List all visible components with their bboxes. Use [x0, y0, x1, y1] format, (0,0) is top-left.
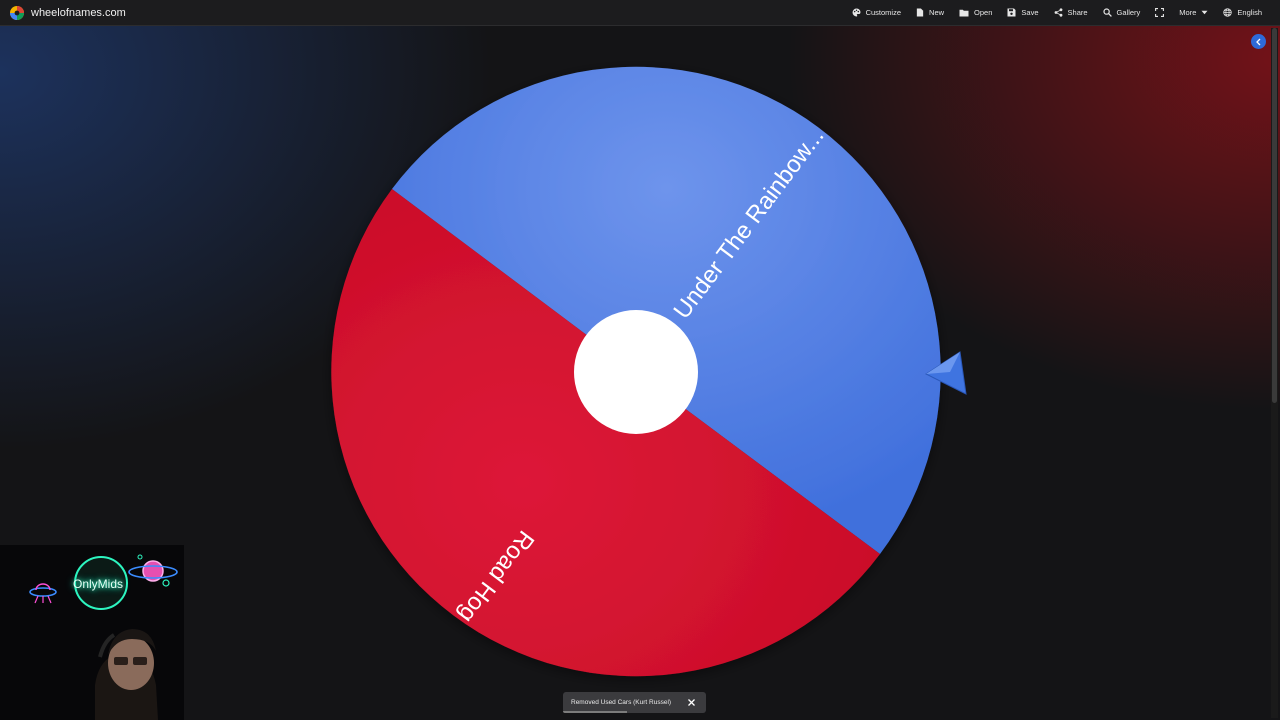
- new-button[interactable]: New: [916, 8, 944, 17]
- save-button[interactable]: Save: [1007, 8, 1039, 17]
- globe-icon: [1223, 8, 1233, 17]
- wheel-center-hub[interactable]: [574, 310, 698, 434]
- toast-notification: Removed Used Cars (Kurt Russel): [563, 692, 706, 713]
- ufo-neon-icon: [29, 583, 57, 604]
- collapse-sidebar-button[interactable]: [1251, 34, 1266, 49]
- open-label: Open: [974, 8, 993, 17]
- gallery-button[interactable]: Gallery: [1102, 8, 1141, 17]
- site-name: wheelofnames.com: [31, 6, 126, 19]
- more-button[interactable]: More: [1179, 8, 1208, 17]
- gallery-label: Gallery: [1116, 8, 1141, 17]
- logo-text: OnlyMids: [73, 577, 124, 591]
- palette-icon: [852, 8, 861, 17]
- top-bar: wheelofnames.com Customize New Open Save…: [0, 0, 1280, 26]
- customize-button[interactable]: Customize: [852, 8, 901, 17]
- share-button[interactable]: Share: [1054, 8, 1088, 17]
- webcam-overlay: [0, 545, 184, 720]
- language-label: English: [1237, 8, 1262, 17]
- search-icon: [1102, 8, 1112, 17]
- share-label: Share: [1067, 8, 1088, 17]
- chevron-down-icon: [1201, 10, 1208, 15]
- streamer-silhouette: [95, 629, 158, 720]
- scrollbar-thumb[interactable]: [1272, 28, 1277, 403]
- brand[interactable]: wheelofnames.com: [9, 5, 126, 21]
- scrollbar[interactable]: [1271, 28, 1278, 718]
- save-icon: [1007, 8, 1016, 17]
- new-label: New: [929, 8, 945, 17]
- language-button[interactable]: English: [1223, 8, 1262, 17]
- toast-message: Removed Used Cars (Kurt Russel): [571, 699, 672, 706]
- close-icon[interactable]: [686, 697, 697, 708]
- file-icon: [916, 8, 924, 17]
- share-icon: [1054, 8, 1062, 17]
- wheel-logo-icon: [10, 5, 24, 20]
- save-label: Save: [1021, 8, 1039, 17]
- webcam-feed: [29, 554, 178, 720]
- customize-label: Customize: [865, 8, 902, 17]
- open-button[interactable]: Open: [959, 8, 992, 17]
- toast-progress-bar: [563, 711, 628, 713]
- wheel[interactable]: Under The Rainbow... Road Hog: [320, 60, 980, 690]
- chevron-left-icon: [1256, 38, 1261, 45]
- folder-icon: [959, 9, 969, 16]
- main-menu: Customize New Open Save Share Gallery Mo…: [852, 8, 1262, 17]
- fullscreen-button[interactable]: [1155, 8, 1165, 17]
- more-label: More: [1179, 8, 1197, 17]
- fullscreen-icon: [1155, 8, 1165, 17]
- planet-neon-icon: [128, 554, 178, 587]
- app-window: wheelofnames.com Customize New Open Save…: [0, 0, 1280, 720]
